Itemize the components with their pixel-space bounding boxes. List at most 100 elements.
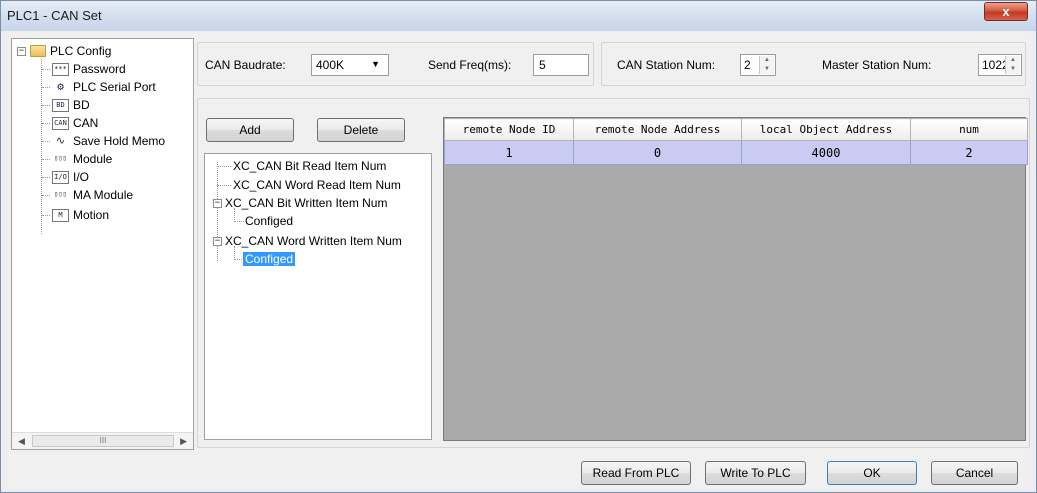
grid-header-row: remote Node ID remote Node Address local… [444, 118, 1028, 141]
tree-node-word-written[interactable]: − XC_CAN Word Written Item Num [213, 232, 402, 250]
table-cell[interactable]: 0 [573, 140, 742, 165]
column-header[interactable]: num [910, 118, 1028, 141]
ok-button[interactable]: OK [827, 461, 917, 485]
tree-node-motion[interactable]: M Motion [52, 206, 109, 224]
spin-up-icon[interactable]: ▲ [760, 56, 774, 65]
tree-node-bd[interactable]: BD BD [52, 96, 90, 114]
tree-connector [42, 159, 50, 160]
tree-node-label: XC_CAN Bit Read Item Num [233, 159, 387, 173]
tree-node-label: CAN [73, 116, 99, 130]
tree-node-password[interactable]: *** Password [52, 60, 126, 78]
motion-icon: M [52, 208, 69, 222]
tree-node-label-selected: Configed [243, 252, 296, 266]
master-spin-buttons[interactable]: ▲ ▼ [1005, 56, 1020, 74]
tree-node-module[interactable]: ▯▯▯ Module [52, 150, 112, 168]
close-button[interactable]: x [984, 2, 1028, 21]
io-icon: I/O [52, 170, 69, 184]
write-to-plc-button[interactable]: Write To PLC [705, 461, 806, 485]
can-item-tree[interactable]: XC_CAN Bit Read Item Num XC_CAN Word Rea… [204, 153, 432, 440]
delete-button[interactable]: Delete [317, 118, 405, 142]
collapse-icon[interactable]: − [213, 236, 222, 246]
grid-table: remote Node ID remote Node Address local… [444, 118, 1028, 165]
tree-node-plc-config[interactable]: − PLC Config [17, 42, 111, 60]
close-icon[interactable]: x [1002, 4, 1009, 19]
tree-connector [42, 123, 50, 124]
baudrate-select[interactable]: 400K ▼ [311, 54, 389, 76]
scroll-left-icon[interactable]: ◀ [18, 436, 25, 447]
folder-icon [30, 45, 46, 57]
baudrate-value: 400K [316, 58, 345, 72]
table-cell[interactable]: 2 [910, 140, 1028, 165]
spin-up-icon[interactable]: ▲ [1006, 56, 1020, 65]
column-header[interactable]: remote Node Address [573, 118, 742, 141]
scroll-right-icon[interactable]: ▶ [180, 436, 187, 447]
password-icon: *** [52, 62, 69, 76]
master-station-label: Master Station Num: [822, 58, 932, 72]
tree-node-label: PLC Config [50, 44, 112, 58]
module-icon: ▯▯▯ [52, 152, 69, 166]
tree-node-save-hold-memory[interactable]: ∿ Save Hold Memo [52, 132, 165, 150]
send-freq-input[interactable]: 5 [533, 54, 589, 76]
scroll-thumb[interactable]: III [32, 435, 174, 447]
tree-connector [42, 195, 50, 196]
station-num-stepper[interactable]: 2 ▲ ▼ [740, 54, 776, 76]
tree-node-label: XC_CAN Word Written Item Num [225, 234, 402, 248]
tree-node-io[interactable]: I/O I/O [52, 168, 89, 186]
tree-node-label: I/O [73, 170, 90, 184]
tree-node-label: XC_CAN Word Read Item Num [233, 178, 401, 192]
spin-down-icon[interactable]: ▼ [1006, 65, 1020, 74]
collapse-icon[interactable]: − [17, 46, 26, 56]
cancel-button[interactable]: Cancel [931, 461, 1018, 485]
tree-connector [234, 208, 235, 222]
tree-connector [42, 177, 50, 178]
tree-node-word-configed[interactable]: Configed [243, 250, 296, 268]
window-title: PLC1 - CAN Set [7, 8, 102, 23]
can-settings-window: PLC1 - CAN Set x − PLC Config *** Passwo… [0, 0, 1037, 493]
collapse-icon[interactable]: − [213, 198, 222, 208]
baudrate-group: CAN Baudrate: 400K ▼ Send Freq(ms): 5 [197, 42, 594, 86]
tree-node-label: MA Module [73, 188, 134, 202]
station-group: CAN Station Num: 2 ▲ ▼ Master Station Num… [601, 42, 1026, 86]
table-cell[interactable]: 4000 [741, 140, 911, 165]
master-station-stepper[interactable]: 1022 ▲ ▼ [978, 54, 1022, 76]
tree-node-label: XC_CAN Bit Written Item Num [225, 196, 388, 210]
station-spin-buttons[interactable]: ▲ ▼ [759, 56, 774, 74]
can-icon: CAN [52, 116, 69, 130]
tree-node-word-read[interactable]: XC_CAN Word Read Item Num [233, 176, 401, 194]
tree-node-bit-configed[interactable]: Configed [245, 212, 293, 230]
read-from-plc-button[interactable]: Read From PLC [581, 461, 691, 485]
tree-connector [217, 166, 231, 167]
tree-connector [234, 221, 244, 222]
add-button[interactable]: Add [206, 118, 294, 142]
tree-node-plc-serial-port[interactable]: ⚙ PLC Serial Port [52, 78, 156, 96]
tree-node-ma-module[interactable]: ▯▯▯ MA Module [52, 186, 133, 204]
tree-node-label: Save Hold Memo [73, 134, 166, 148]
tree-node-label: PLC Serial Port [73, 80, 156, 94]
plc-config-tree[interactable]: − PLC Config *** Password ⚙ PLC Serial P… [11, 38, 194, 450]
tree-connector [42, 87, 50, 88]
table-row[interactable]: 1 0 4000 2 [444, 140, 1028, 165]
horizontal-scrollbar[interactable]: ◀ III ▶ [12, 432, 193, 449]
station-label: CAN Station Num: [617, 58, 716, 72]
tree-connector [41, 59, 42, 234]
tree-node-label: Configed [245, 214, 294, 228]
spin-down-icon[interactable]: ▼ [760, 65, 774, 74]
tree-connector [42, 105, 50, 106]
tree-node-bit-written[interactable]: − XC_CAN Bit Written Item Num [213, 194, 387, 212]
send-freq-label: Send Freq(ms): [428, 58, 512, 72]
tree-node-label: Module [73, 152, 113, 166]
tree-node-can[interactable]: CAN CAN [52, 114, 98, 132]
tree-node-label: BD [73, 98, 90, 112]
column-header[interactable]: local Object Address [741, 118, 911, 141]
tree-connector [42, 215, 50, 216]
column-header[interactable]: remote Node ID [444, 118, 574, 141]
chevron-down-icon[interactable]: ▼ [371, 59, 380, 69]
tree-connector [217, 185, 231, 186]
baudrate-label: CAN Baudrate: [205, 58, 286, 72]
tree-connector [42, 141, 50, 142]
table-cell[interactable]: 1 [444, 140, 574, 165]
title-bar[interactable]: PLC1 - CAN Set x [1, 1, 1036, 31]
can-config-grid[interactable]: remote Node ID remote Node Address local… [443, 117, 1028, 441]
tree-node-bit-read[interactable]: XC_CAN Bit Read Item Num [233, 157, 386, 175]
tree-node-label: Password [73, 62, 126, 76]
